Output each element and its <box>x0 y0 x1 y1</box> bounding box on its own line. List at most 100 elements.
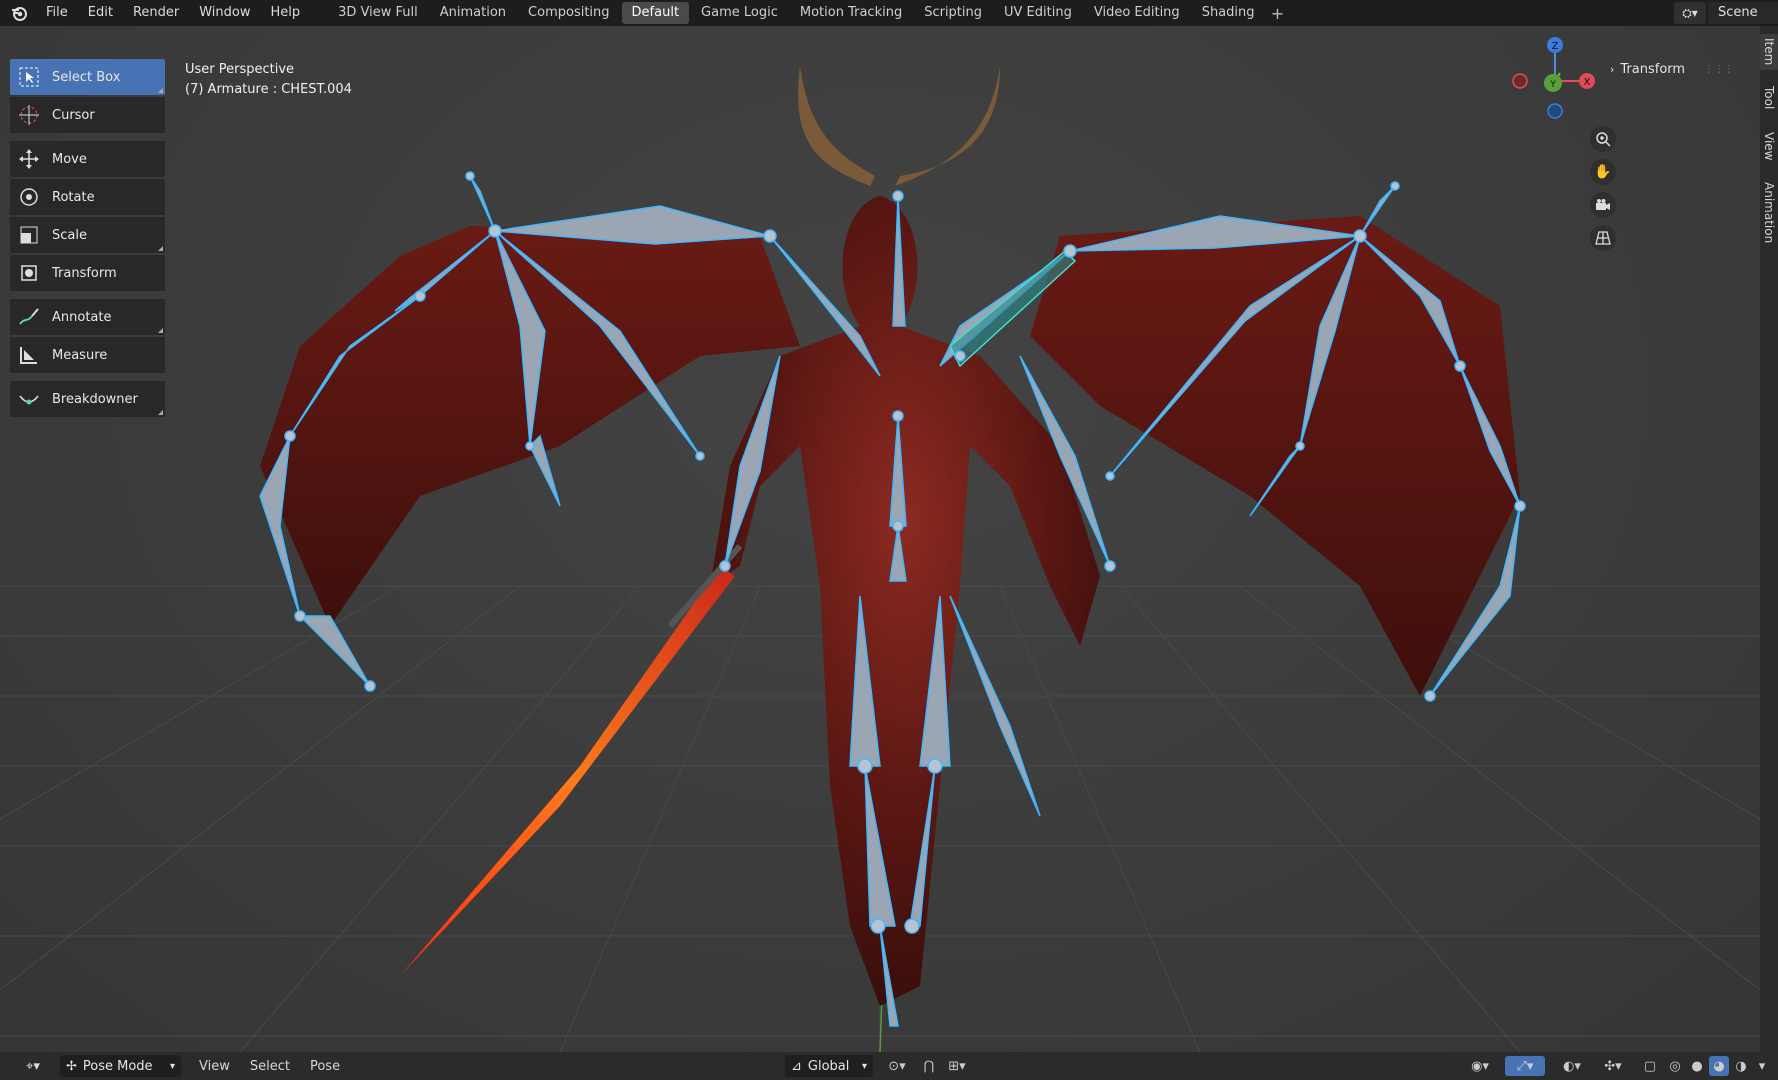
sidebar-tab-animation[interactable]: Animation <box>1760 176 1778 250</box>
tool-annotate[interactable]: Annotate <box>10 299 165 335</box>
tool-variants-indicator <box>158 410 163 415</box>
pivot-point-icon[interactable]: ⊙▾ <box>880 1056 914 1076</box>
tool-label: Rotate <box>52 189 95 205</box>
workspace-tabs: 3D View Full Animation Compositing Defau… <box>328 2 1288 24</box>
rotate-icon <box>16 184 42 210</box>
viewport-scene <box>0 66 1760 1052</box>
menu-help[interactable]: Help <box>261 0 311 26</box>
expand-chevron-icon: › <box>1610 62 1615 76</box>
transform-orientation-selector[interactable]: ⊿ Global ▾ <box>785 1055 873 1077</box>
perspective-label: User Perspective <box>185 62 295 77</box>
sidebar-tab-view[interactable]: View <box>1760 126 1778 166</box>
tab-shading[interactable]: Shading <box>1192 2 1265 24</box>
chevron-down-icon: ▾ <box>169 1060 175 1072</box>
gizmo-y-label: Y <box>1549 80 1556 90</box>
shading-wireframe-icon[interactable]: ◎ <box>1665 1056 1685 1076</box>
add-workspace-button[interactable]: + <box>1267 4 1289 23</box>
header-menu-view[interactable]: View <box>189 1059 240 1074</box>
grid-perspective-icon[interactable] <box>1590 225 1616 251</box>
xray-icon[interactable]: ✣▾ <box>1598 1056 1628 1076</box>
tab-animation[interactable]: Animation <box>430 2 516 24</box>
header-menu-pose[interactable]: Pose <box>300 1059 350 1074</box>
camera-icon[interactable] <box>1590 192 1616 218</box>
editor-type-icon[interactable]: ⌖▾ <box>18 1055 48 1077</box>
tool-select-box[interactable]: Select Box <box>10 59 165 95</box>
scene-selector[interactable]: ⛭▾ Scene <box>1674 0 1778 26</box>
gizmo-neg-x-handle <box>1512 73 1528 89</box>
breakdowner-icon <box>16 386 42 412</box>
mode-label: Pose Mode <box>82 1058 153 1074</box>
sidebar-tabs: Item Tool View Animation <box>1760 26 1778 1052</box>
visibility-eye-icon[interactable]: ◉▾ <box>1465 1056 1495 1076</box>
header-menu-select[interactable]: Select <box>240 1059 300 1074</box>
tab-3d-view-full[interactable]: 3D View Full <box>328 2 428 24</box>
tab-compositing[interactable]: Compositing <box>518 2 620 24</box>
tool-move[interactable]: Move <box>10 141 165 177</box>
zoom-icon[interactable] <box>1590 126 1616 152</box>
tab-video-editing[interactable]: Video Editing <box>1084 2 1190 24</box>
orientation-icon: ⊿ <box>791 1058 802 1074</box>
left-horn <box>798 66 875 186</box>
tab-uv-editing[interactable]: UV Editing <box>994 2 1082 24</box>
tool-breakdowner[interactable]: Breakdowner <box>10 381 165 417</box>
shading-solid-icon[interactable]: ● <box>1687 1056 1707 1076</box>
shading-material-icon[interactable]: ◕ <box>1709 1056 1729 1076</box>
shading-options-icon[interactable]: ▾ <box>1753 1056 1771 1076</box>
select-box-icon <box>16 64 42 90</box>
chevron-down-icon: ▾ <box>861 1060 867 1072</box>
snap-target-icon[interactable]: ⊞▾ <box>942 1056 972 1076</box>
tab-game-logic[interactable]: Game Logic <box>691 2 788 24</box>
tab-motion-tracking[interactable]: Motion Tracking <box>790 2 912 24</box>
transform-icon <box>16 260 42 286</box>
blender-logo-icon[interactable] <box>8 2 30 24</box>
drag-handle-icon[interactable]: ⋮⋮⋮ <box>1704 64 1734 75</box>
transform-panel-header[interactable]: › Transform ⋮⋮⋮ <box>1610 58 1734 80</box>
viewport-header: ⌖▾ ✢ Pose Mode ▾ View Select Pose ⊿ Glob… <box>0 1052 1778 1080</box>
gizmo-neg-z-handle <box>1547 103 1563 119</box>
tool-label: Breakdowner <box>52 391 138 407</box>
menu-render[interactable]: Render <box>123 0 189 26</box>
menu-window[interactable]: Window <box>189 0 260 26</box>
tool-variants-indicator <box>158 88 163 93</box>
tool-label: Transform <box>52 265 117 281</box>
gizmo-z-label: Z <box>1552 41 1559 52</box>
3d-viewport[interactable]: User Perspective (7) Armature : CHEST.00… <box>0 26 1760 1052</box>
menu-file[interactable]: File <box>36 0 78 26</box>
scene-icon[interactable]: ⛭▾ <box>1674 2 1706 24</box>
top-bar: File Edit Render Window Help 3D View Ful… <box>0 0 1778 26</box>
right-horn <box>895 66 1000 186</box>
cursor-icon <box>16 102 42 128</box>
viewport-info: User Perspective (7) Armature : CHEST.00… <box>185 60 352 100</box>
scene-name[interactable]: Scene <box>1708 2 1778 24</box>
shading-rendered-icon[interactable]: ◑ <box>1731 1056 1751 1076</box>
tab-scripting[interactable]: Scripting <box>914 2 992 24</box>
tool-label: Move <box>52 151 87 167</box>
tool-measure[interactable]: Measure <box>10 337 165 373</box>
tool-rotate[interactable]: Rotate <box>10 179 165 215</box>
gizmo-toggle-icon[interactable]: ⤢▾ <box>1505 1056 1545 1076</box>
orientation-label: Global <box>807 1058 850 1074</box>
transform-panel-title: Transform <box>1620 61 1686 77</box>
tab-default[interactable]: Default <box>621 2 690 24</box>
toggle-xray-icon[interactable]: ▢ <box>1640 1056 1660 1076</box>
sidebar-tab-item[interactable]: Item <box>1760 34 1778 70</box>
tool-label: Scale <box>52 227 87 243</box>
active-bone-label: (7) Armature : CHEST.004 <box>185 82 352 97</box>
tool-variants-indicator <box>158 246 163 251</box>
pose-mode-icon: ✢ <box>66 1058 77 1074</box>
right-wing <box>1030 216 1520 696</box>
gizmo-x-label: X <box>1584 77 1591 88</box>
overlays-icon[interactable]: ◐▾ <box>1552 1056 1592 1076</box>
snap-magnet-icon[interactable]: ⋂ <box>918 1056 940 1076</box>
sidebar-tab-tool[interactable]: Tool <box>1760 78 1778 118</box>
navigation-gizmo[interactable]: Z X Y <box>1505 31 1605 131</box>
tool-scale[interactable]: Scale <box>10 217 165 253</box>
tool-shelf: Select Box Cursor Move Rotate Scale Tran… <box>10 59 165 419</box>
tool-label: Measure <box>52 347 108 363</box>
tool-cursor[interactable]: Cursor <box>10 97 165 133</box>
menu-edit[interactable]: Edit <box>78 0 123 26</box>
tool-transform[interactable]: Transform <box>10 255 165 291</box>
pan-hand-icon[interactable]: ✋ <box>1590 159 1616 185</box>
measure-icon <box>16 342 42 368</box>
mode-selector[interactable]: ✢ Pose Mode ▾ <box>60 1055 181 1077</box>
